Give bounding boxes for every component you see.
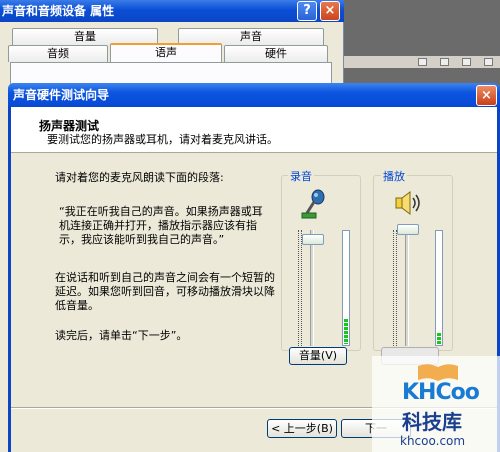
record-slider-thumb[interactable] bbox=[302, 234, 324, 245]
toolbar-icon bbox=[440, 58, 449, 66]
wizard-header: 扬声器测试 要测试您的扬声器或耳机，请对着麦克风讲话。 bbox=[11, 107, 497, 153]
playback-level-meter bbox=[435, 230, 443, 346]
watermark-url: khcoo.com bbox=[400, 434, 466, 448]
playback-group-label: 播放 bbox=[381, 168, 407, 184]
close-button[interactable]: × bbox=[320, 1, 340, 21]
wizard-title-bar: 声音硬件测试向导 bbox=[8, 83, 500, 107]
speaker-icon bbox=[395, 191, 420, 215]
playback-slider-thumb[interactable] bbox=[397, 224, 419, 235]
microphone-icon bbox=[301, 189, 325, 219]
wizard-step-subtitle: 要测试您的扬声器或耳机，请对着麦克风讲话。 bbox=[47, 133, 278, 146]
help-button[interactable]: ? bbox=[297, 1, 317, 21]
tab-audio[interactable]: 音频 bbox=[8, 45, 108, 62]
record-slider-track bbox=[310, 230, 314, 346]
watermark-logo: KHCoo bbox=[402, 380, 480, 405]
toolbar-icon bbox=[484, 58, 493, 66]
playback-slider-ticks bbox=[393, 230, 397, 346]
toolbar-icon bbox=[462, 58, 471, 66]
click-next-note: 读完后，请单击“下一步”。 bbox=[55, 329, 188, 342]
instruction-text: 请对着您的麦克风朗读下面的段落: bbox=[55, 171, 224, 184]
record-level-meter bbox=[342, 230, 350, 346]
toolbar-icon bbox=[418, 58, 427, 66]
tab-voice[interactable]: 语声 bbox=[110, 43, 222, 62]
record-slider-ticks bbox=[298, 230, 302, 346]
record-group-label: 录音 bbox=[288, 168, 314, 184]
playback-slider-track bbox=[405, 230, 409, 346]
playback-level-fill bbox=[437, 333, 441, 344]
background-toolbar-strip bbox=[344, 56, 500, 68]
back-button[interactable]: < 上一步(B) bbox=[267, 419, 337, 438]
properties-title-bar: 声音和音频设备 属性 bbox=[0, 0, 344, 22]
watermark-name: 科技库 bbox=[402, 410, 462, 434]
volume-button[interactable]: 音量(V) bbox=[289, 347, 347, 365]
delay-note: 在说话和听到自己的声音之间会有一个短暂的延迟。如果您听到回音，可移动播放滑块以降… bbox=[55, 271, 275, 312]
book-logo-icon bbox=[418, 364, 458, 381]
read-aloud-quote: “我正在听我自己的声音。如果扬声器或耳机连接正确并打开，播放指示器应该有指示，我… bbox=[59, 205, 263, 246]
wizard-close-button[interactable]: × bbox=[476, 85, 497, 106]
tab-hardware[interactable]: 硬件 bbox=[224, 45, 328, 62]
record-level-fill bbox=[344, 319, 348, 344]
